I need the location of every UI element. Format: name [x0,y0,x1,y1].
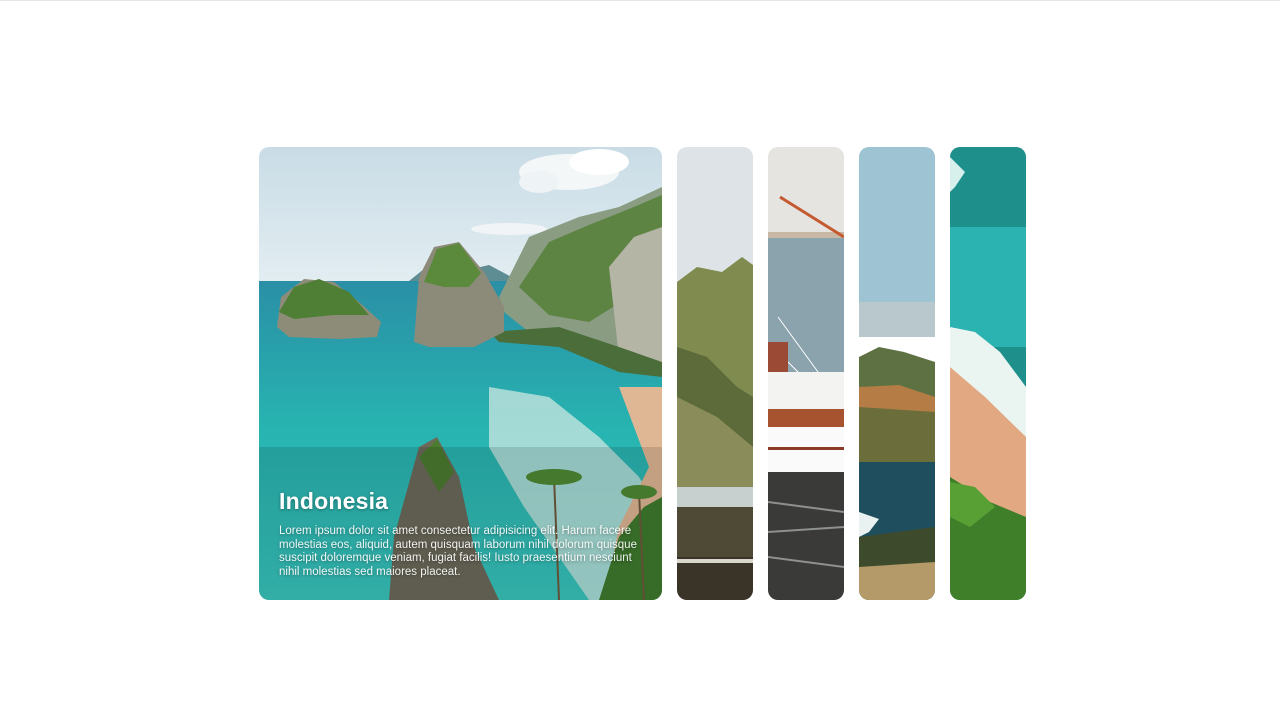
gallery-card-tropical-beach[interactable] [950,147,1026,600]
island-bay-image [859,147,935,600]
gallery-card-island-bay[interactable] [859,147,935,600]
gallery-card-sailing-ship[interactable] [768,147,844,600]
card-title: Indonesia [279,487,389,514]
mountain-coast-image [677,147,753,600]
gallery-card-mountain-coast[interactable] [677,147,753,600]
tropical-beach-image [950,147,1026,600]
sailing-ship-image [768,147,844,600]
gallery-card-indonesia[interactable]: Indonesia Lorem ipsum dolor sit amet con… [259,147,662,600]
image-accordion-gallery: Indonesia Lorem ipsum dolor sit amet con… [259,147,1027,600]
card-description: Lorem ipsum dolor sit amet consectetur a… [279,524,637,579]
top-divider [0,0,1280,1]
card-caption: Indonesia Lorem ipsum dolor sit amet con… [279,488,644,580]
